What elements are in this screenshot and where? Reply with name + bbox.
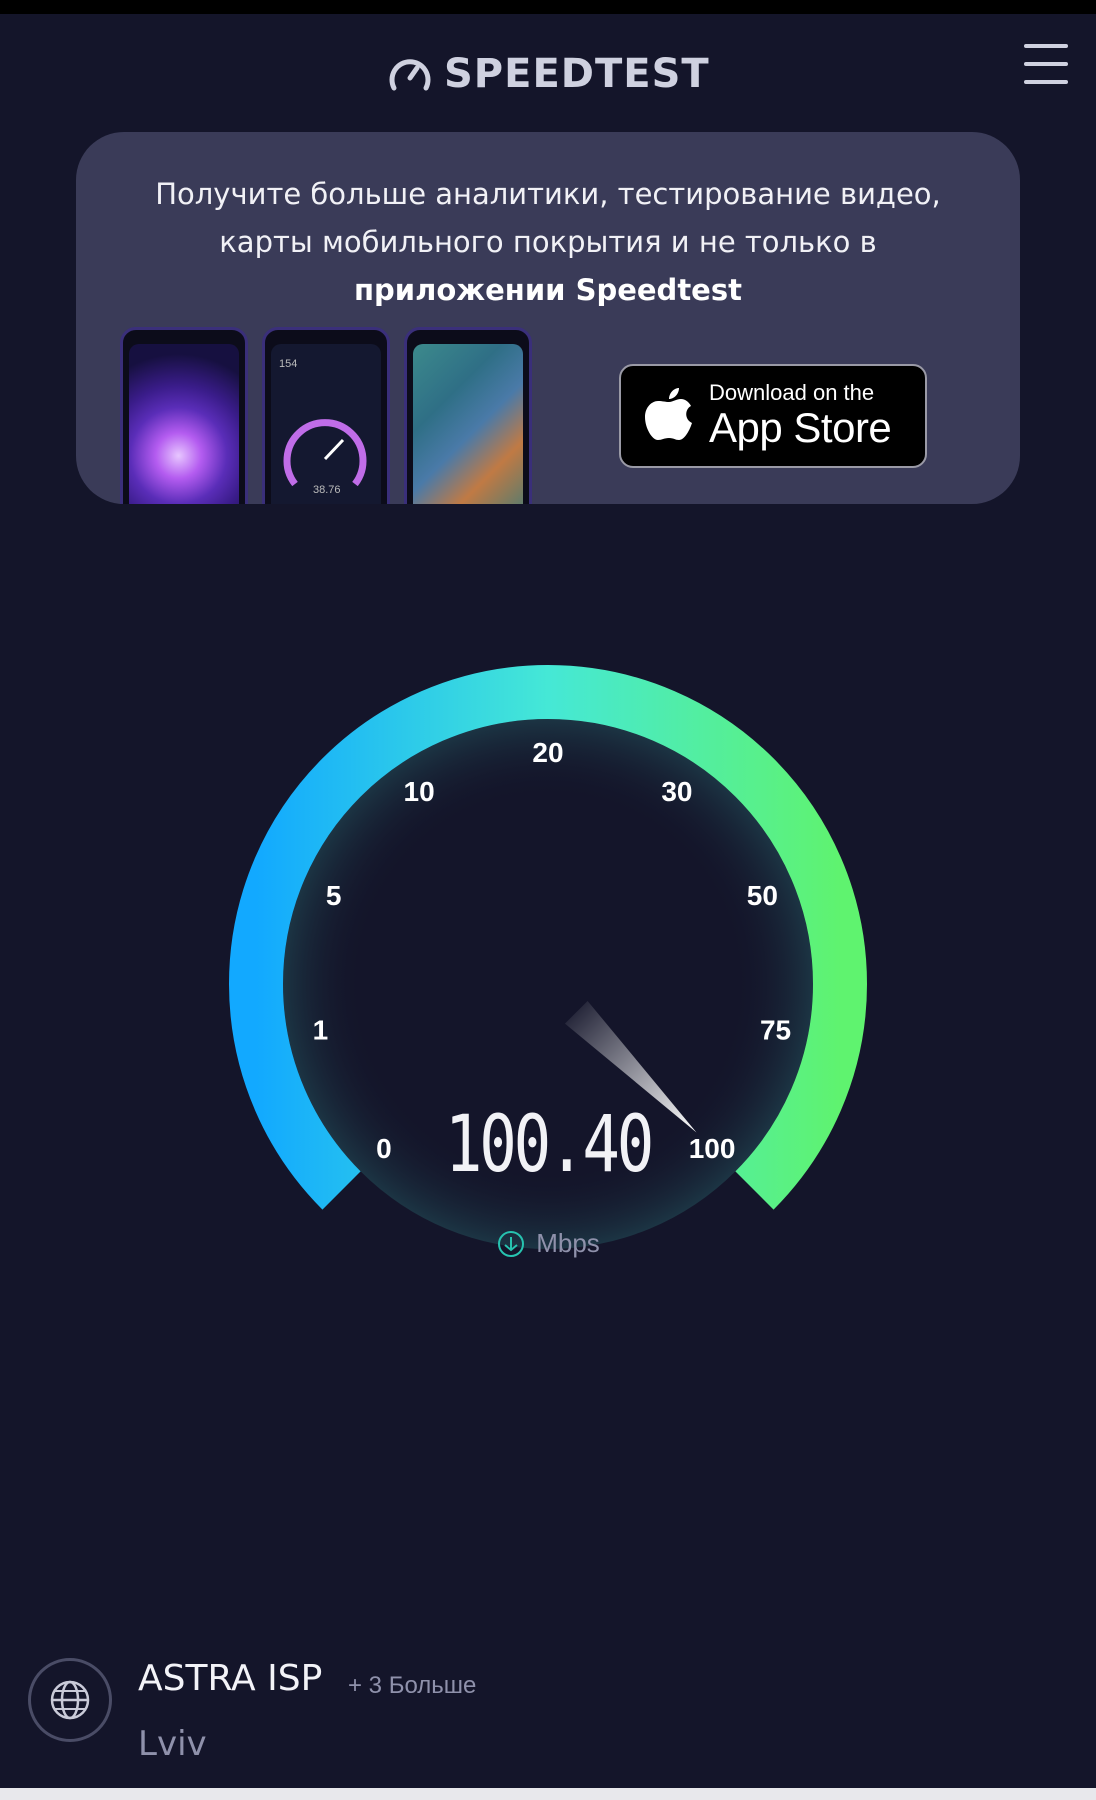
- phone-mockup-2: 154 38.76: [262, 327, 390, 504]
- gauge-tick-label: 30: [661, 776, 692, 807]
- speed-gauge: 0 1 5 10 20 30 50 75 100 100.40 Mbps: [0, 600, 1096, 1300]
- more-servers-link[interactable]: + 3 Больше: [348, 1672, 476, 1700]
- apple-logo-icon: [645, 388, 692, 440]
- gauge-tick-label: 10: [404, 776, 435, 807]
- app-store-button[interactable]: Download on the App Store: [619, 364, 927, 468]
- hamburger-menu-icon[interactable]: [1020, 44, 1070, 88]
- app-promo-banner: Получите больше аналитики, тестирование …: [76, 132, 1020, 504]
- gauge-tick-label: 1: [313, 1014, 329, 1045]
- speedometer-logo-icon: [389, 59, 431, 91]
- phone-2-top-value: 154: [279, 358, 298, 370]
- appstore-big-text: App Store: [709, 404, 892, 451]
- gauge-tick-label: 5: [326, 880, 342, 911]
- server-info: ASTRA ISP + 3 Больше Lviv: [0, 1640, 1096, 1780]
- speed-unit-label: Mbps: [536, 1228, 600, 1258]
- gauge-tick-label: 75: [760, 1014, 791, 1045]
- globe-glyph: [50, 1680, 90, 1720]
- phone-mockup-3: [404, 327, 532, 504]
- promo-line-2: карты мобильного покрытия и не только в: [219, 225, 877, 259]
- promo-line-1: Получите больше аналитики, тестирование …: [155, 177, 941, 211]
- phone-mockup-1: [120, 327, 248, 504]
- status-bar: [0, 0, 1096, 14]
- bottom-bar: [0, 1788, 1096, 1800]
- gauge-tick-label: 50: [747, 880, 778, 911]
- promo-line-3: приложении Speedtest: [354, 273, 742, 307]
- logo-text: SPEEDTEST: [444, 51, 710, 97]
- promo-text: Получите больше аналитики, тестирование …: [116, 170, 980, 314]
- speed-value: 100.40: [444, 1100, 654, 1190]
- isp-name: ASTRA ISP: [138, 1658, 323, 1699]
- globe-icon[interactable]: [28, 1658, 112, 1742]
- header: SPEEDTEST: [0, 14, 1096, 124]
- gauge-tick-label: 20: [532, 737, 563, 768]
- speedtest-logo[interactable]: SPEEDTEST: [388, 44, 710, 104]
- server-city[interactable]: Lviv: [138, 1724, 207, 1764]
- phone-2-gauge-value: 38.76: [313, 484, 341, 496]
- speed-unit: Mbps: [0, 1228, 1096, 1259]
- download-arrow-icon: [498, 1230, 525, 1257]
- appstore-small-text: Download on the: [709, 380, 875, 405]
